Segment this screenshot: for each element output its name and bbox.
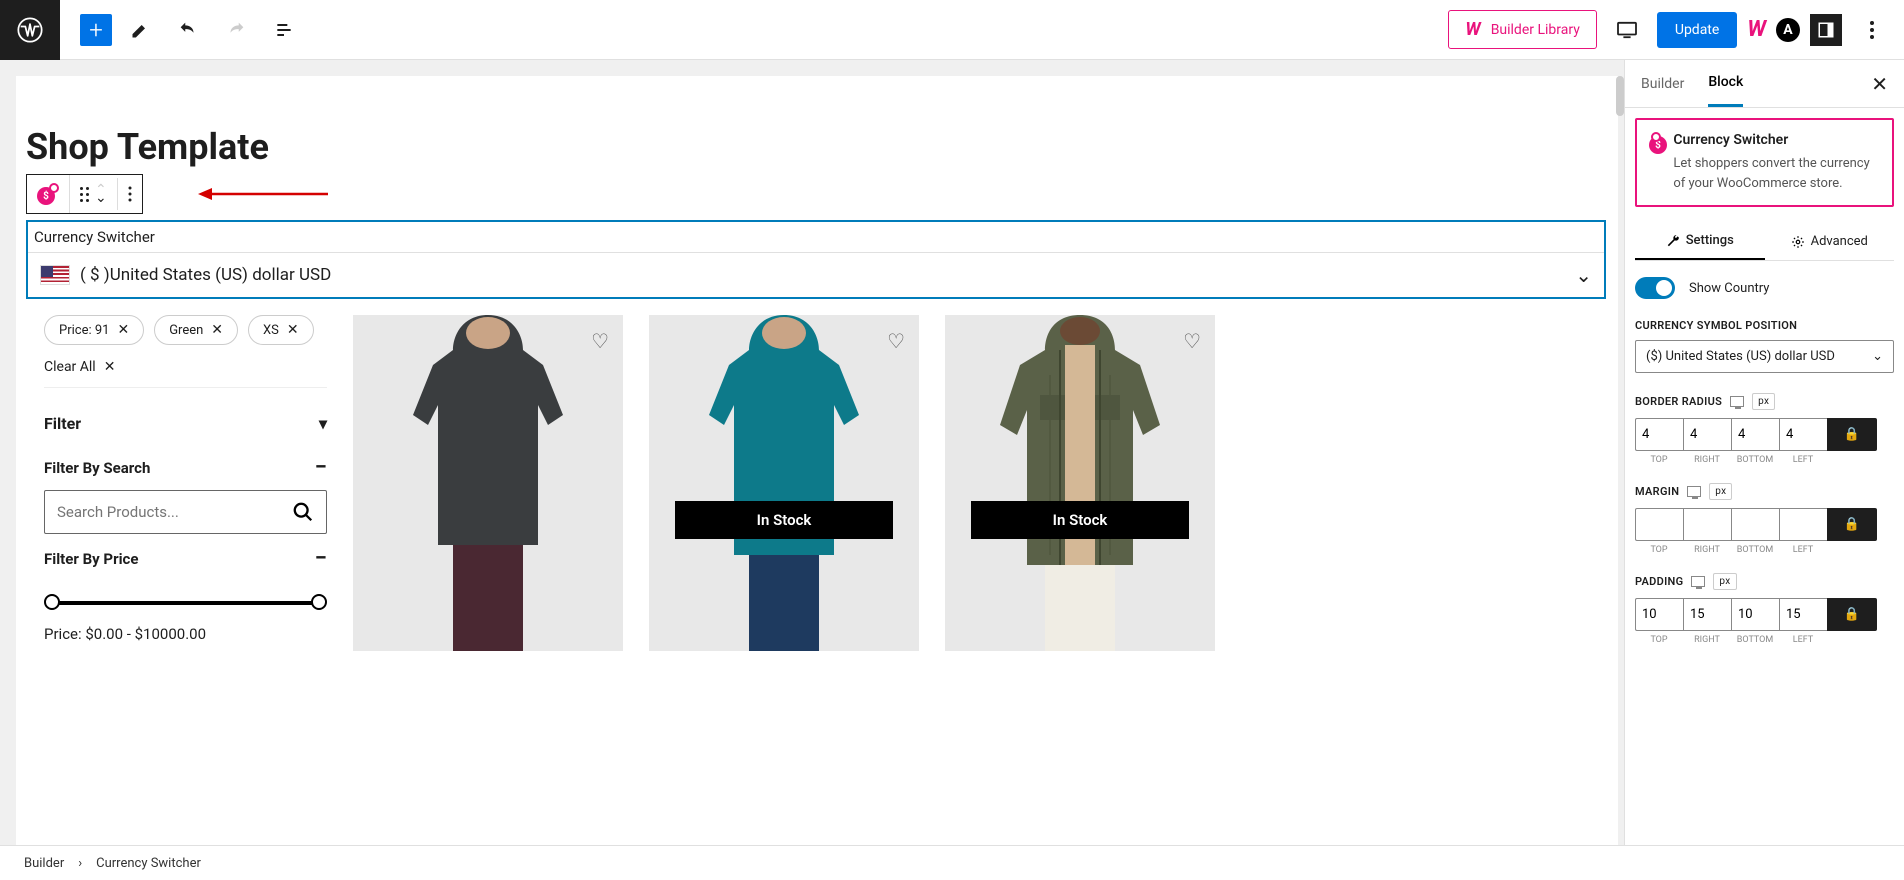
move-updown[interactable]: ⌃⌄ xyxy=(95,186,107,202)
filter-chip[interactable]: Price: 91✕ xyxy=(44,315,144,345)
chevron-down-icon[interactable]: ⌄ xyxy=(1575,263,1592,287)
stock-badge: In Stock xyxy=(675,501,893,539)
edit-icon[interactable] xyxy=(120,10,160,50)
undo-icon[interactable] xyxy=(168,10,208,50)
close-icon[interactable]: ✕ xyxy=(104,359,116,375)
tab-builder[interactable]: Builder xyxy=(1641,62,1684,106)
close-icon[interactable]: ✕ xyxy=(287,322,299,338)
padding-right[interactable] xyxy=(1683,598,1731,631)
symbol-position-label: CURRENCY SYMBOL POSITION xyxy=(1635,319,1894,332)
price-slider[interactable] xyxy=(52,601,319,605)
currency-value: ( $ )United States (US) dollar USD xyxy=(80,265,331,285)
filter-chip[interactable]: Green✕ xyxy=(154,315,238,345)
lock-icon[interactable]: 🔒 xyxy=(1827,598,1877,631)
device-icon[interactable] xyxy=(1687,486,1701,497)
padding-bottom[interactable] xyxy=(1731,598,1779,631)
block-toolbar: $ ⌃⌄ xyxy=(26,174,143,214)
woo-icon[interactable]: W xyxy=(1747,17,1766,42)
border-radius-left[interactable] xyxy=(1779,418,1827,451)
search-input[interactable] xyxy=(44,490,327,534)
tab-block[interactable]: Block xyxy=(1708,60,1743,107)
breadcrumb-current: Currency Switcher xyxy=(96,856,201,871)
chevron-down-icon: ⌄ xyxy=(1872,349,1883,364)
page-title: Shop Template xyxy=(26,126,1608,168)
close-icon[interactable]: ✕ xyxy=(117,322,129,338)
update-button[interactable]: Update xyxy=(1657,12,1737,48)
product-card[interactable]: ♡ In Stock xyxy=(649,315,919,651)
flag-us-icon xyxy=(40,265,70,285)
price-range-text: Price: $0.00 - $10000.00 xyxy=(44,625,327,643)
info-title: Currency Switcher xyxy=(1673,132,1880,148)
filter-chip[interactable]: XS✕ xyxy=(248,315,314,345)
redo-icon xyxy=(216,10,256,50)
builder-library-icon: W xyxy=(1465,19,1480,40)
tab-settings[interactable]: Settings xyxy=(1635,223,1765,260)
margin-left[interactable] xyxy=(1779,508,1827,541)
filter-by-price-label: Filter By Price xyxy=(44,550,138,568)
border-radius-top[interactable] xyxy=(1635,418,1683,451)
device-preview-icon[interactable] xyxy=(1607,10,1647,50)
padding-left[interactable] xyxy=(1779,598,1827,631)
padding-top[interactable] xyxy=(1635,598,1683,631)
show-country-toggle[interactable] xyxy=(1635,277,1675,299)
border-radius-bottom[interactable] xyxy=(1731,418,1779,451)
annotation-arrow xyxy=(198,184,328,204)
breadcrumb-root[interactable]: Builder xyxy=(24,856,64,871)
lock-icon[interactable]: 🔒 xyxy=(1827,508,1877,541)
lock-icon[interactable]: 🔒 xyxy=(1827,418,1877,451)
filter-by-search-label: Filter By Search xyxy=(44,459,150,477)
close-icon[interactable]: ✕ xyxy=(1871,72,1888,96)
unit-px[interactable]: px xyxy=(1709,483,1732,500)
scrollbar[interactable] xyxy=(1616,76,1624,116)
heart-icon[interactable]: ♡ xyxy=(1183,329,1201,353)
margin-top[interactable] xyxy=(1635,508,1683,541)
product-card[interactable]: ♡ In Stock xyxy=(945,315,1215,651)
filter-funnel-icon[interactable]: ▾ xyxy=(319,414,327,433)
block-more-icon[interactable] xyxy=(118,178,142,210)
border-radius-label: BORDER RADIUS xyxy=(1635,395,1722,408)
margin-label: MARGIN xyxy=(1635,485,1679,498)
more-menu-icon[interactable] xyxy=(1852,10,1892,50)
margin-bottom[interactable] xyxy=(1731,508,1779,541)
stock-badge: In Stock xyxy=(971,501,1189,539)
collapse-icon[interactable]: − xyxy=(315,455,327,480)
product-card[interactable]: ♡ xyxy=(353,315,623,651)
astra-icon[interactable]: A xyxy=(1776,18,1800,42)
add-block-button[interactable]: + xyxy=(80,14,112,46)
block-info-box: $ Currency Switcher Let shoppers convert… xyxy=(1635,118,1894,207)
currency-switcher-icon: $ xyxy=(1649,132,1661,154)
heart-icon[interactable]: ♡ xyxy=(591,329,609,353)
breadcrumb: Builder › Currency Switcher xyxy=(0,845,1904,880)
filter-heading: Filter xyxy=(44,414,81,433)
symbol-position-select[interactable]: ($) United States (US) dollar USD⌄ xyxy=(1635,340,1894,373)
device-icon[interactable] xyxy=(1691,576,1705,587)
tab-advanced[interactable]: Advanced xyxy=(1765,223,1895,260)
info-desc: Let shoppers convert the currency of you… xyxy=(1673,154,1880,193)
slider-thumb-min[interactable] xyxy=(44,594,60,610)
gear-icon xyxy=(1791,235,1805,249)
list-view-icon[interactable] xyxy=(264,10,304,50)
wrench-icon xyxy=(1666,234,1680,248)
heart-icon[interactable]: ♡ xyxy=(887,329,905,353)
collapse-icon[interactable]: − xyxy=(315,546,327,571)
clear-all-link[interactable]: Clear All✕ xyxy=(44,359,327,388)
drag-handle-icon[interactable] xyxy=(80,187,89,202)
margin-right[interactable] xyxy=(1683,508,1731,541)
border-radius-right[interactable] xyxy=(1683,418,1731,451)
unit-px[interactable]: px xyxy=(1752,393,1775,410)
show-country-label: Show Country xyxy=(1689,281,1769,296)
currency-switcher-block[interactable]: Currency Switcher ( $ )United States (US… xyxy=(26,220,1606,299)
panel-toggle-icon[interactable] xyxy=(1810,14,1842,46)
block-type-icon[interactable]: $ xyxy=(27,175,70,213)
unit-px[interactable]: px xyxy=(1713,573,1736,590)
slider-thumb-max[interactable] xyxy=(311,594,327,610)
search-icon[interactable] xyxy=(292,501,314,523)
wordpress-logo[interactable] xyxy=(0,0,60,60)
currency-block-title: Currency Switcher xyxy=(28,222,1604,253)
close-icon[interactable]: ✕ xyxy=(211,322,223,338)
device-icon[interactable] xyxy=(1730,396,1744,407)
padding-label: PADDING xyxy=(1635,575,1683,588)
builder-library-button[interactable]: W Builder Library xyxy=(1448,10,1596,49)
